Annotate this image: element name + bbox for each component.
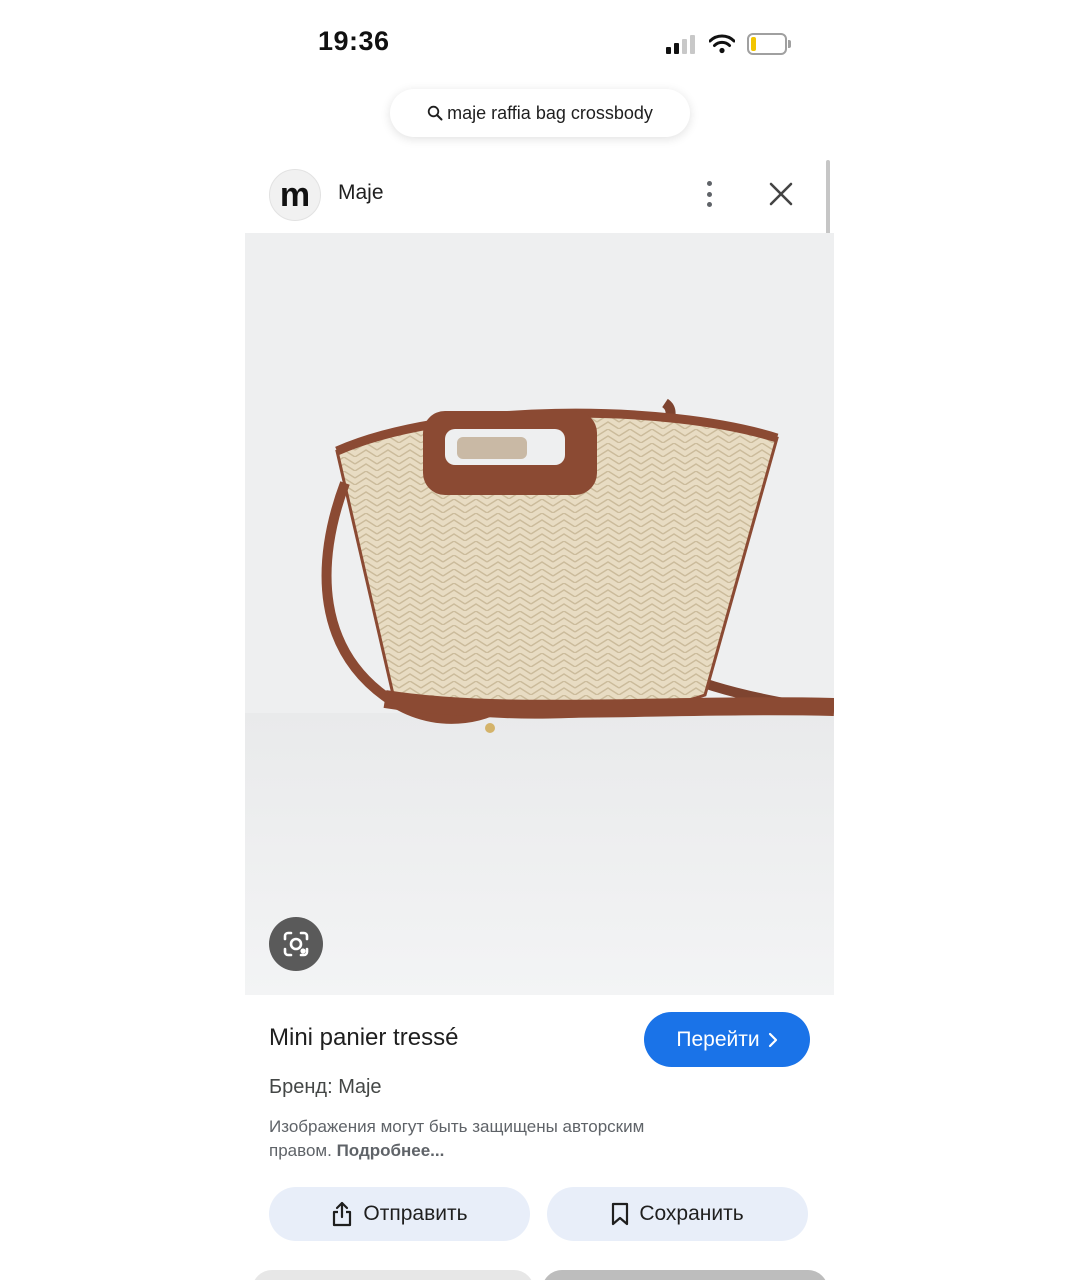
product-title: Mini panier tressé [269, 1024, 459, 1051]
source-logo[interactable]: m [269, 169, 321, 221]
visit-button[interactable]: Перейти [644, 1012, 810, 1067]
chevron-right-icon [768, 1032, 777, 1047]
brand-line: Бренд: Maje [269, 1076, 382, 1098]
source-name[interactable]: Maje [338, 181, 384, 205]
wifi-icon [709, 34, 735, 54]
learn-more-link[interactable]: Подробнее... [337, 1141, 445, 1160]
related-result-card[interactable] [252, 1270, 534, 1280]
copyright-notice: Изображения могут быть защищены авторски… [269, 1115, 699, 1163]
save-button-label: Сохранить [639, 1202, 744, 1225]
google-lens-icon[interactable] [269, 917, 323, 971]
search-query-pill[interactable]: maje raffia bag crossbody [390, 89, 690, 137]
related-result-card[interactable] [542, 1270, 828, 1280]
status-bar: 19:36 [0, 0, 1080, 80]
search-icon [427, 105, 443, 121]
image-result-page: 19:36 maje raffia bag crossbody m Maje M… [0, 0, 1080, 1280]
share-button[interactable]: Отправить [269, 1187, 530, 1241]
battery-low-icon [747, 33, 791, 55]
cellular-signal-icon [666, 34, 695, 54]
save-button[interactable]: Сохранить [547, 1187, 808, 1241]
share-button-label: Отправить [363, 1202, 468, 1225]
product-image[interactable] [245, 233, 834, 995]
bookmark-icon [612, 1202, 629, 1226]
close-icon[interactable] [765, 178, 797, 210]
search-query-text: maje raffia bag crossbody [447, 102, 653, 123]
copyright-text: Изображения могут быть защищены авторски… [269, 1117, 645, 1160]
more-vert-icon[interactable] [695, 178, 723, 210]
share-icon [333, 1201, 352, 1227]
source-header: m Maje [245, 160, 834, 232]
status-icons [666, 32, 791, 56]
status-time: 19:36 [318, 26, 390, 56]
visit-button-label: Перейти [676, 1027, 760, 1051]
bag-illustration [245, 398, 834, 995]
